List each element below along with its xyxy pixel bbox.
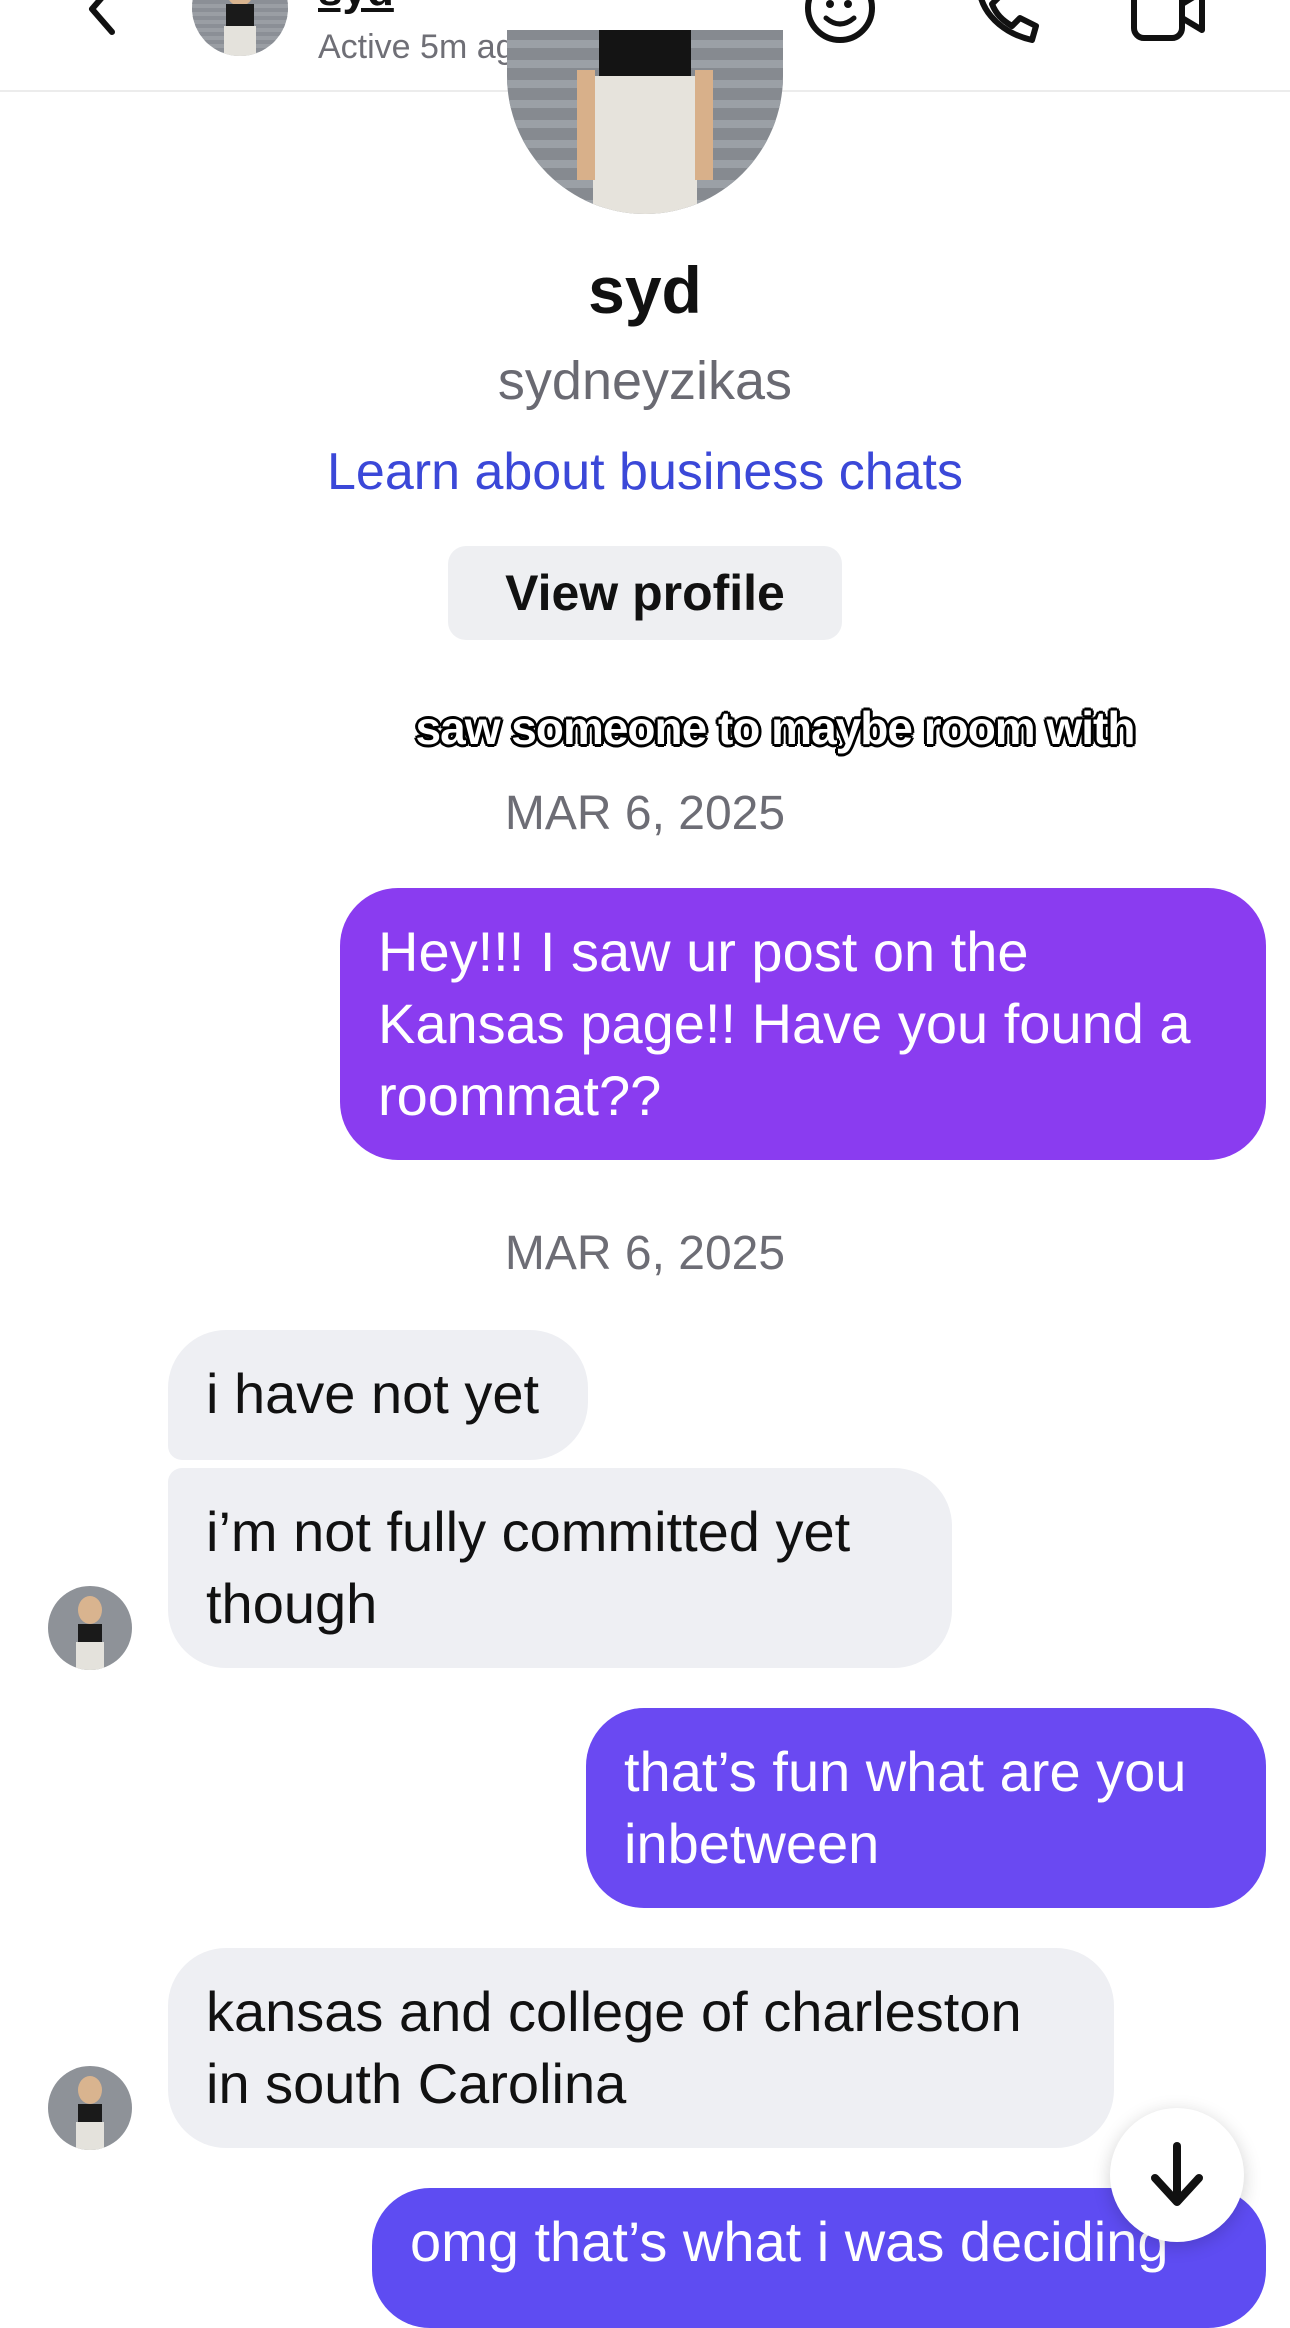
phone-icon[interactable] bbox=[966, 0, 1046, 54]
header-avatar[interactable] bbox=[192, 0, 288, 56]
header-status: Active 5m ago bbox=[318, 28, 534, 66]
arrow-down-icon bbox=[1151, 2142, 1203, 2206]
back-chevron-icon[interactable] bbox=[70, 0, 140, 44]
profile-display-name: syd bbox=[588, 253, 702, 327]
video-icon[interactable] bbox=[1128, 0, 1208, 54]
outgoing-message[interactable]: that’s fun what are you inbetween bbox=[586, 1708, 1266, 1908]
view-profile-button[interactable]: View profile bbox=[448, 546, 842, 640]
date-separator: MAR 6, 2025 bbox=[504, 787, 786, 840]
sender-avatar[interactable] bbox=[48, 1586, 132, 1670]
business-chats-link[interactable]: Learn about business chats bbox=[0, 442, 1290, 502]
header-name[interactable]: syd bbox=[318, 0, 394, 16]
scroll-to-bottom-button[interactable] bbox=[1110, 2108, 1244, 2242]
incoming-message[interactable]: i have not yet bbox=[168, 1330, 588, 1460]
date-separator: MAR 6, 2025 bbox=[504, 1227, 786, 1280]
incoming-message[interactable]: i’m not fully committed yet though bbox=[168, 1468, 952, 1668]
sticker-icon[interactable] bbox=[800, 0, 880, 54]
sender-avatar[interactable] bbox=[48, 2066, 132, 2150]
profile-avatar[interactable] bbox=[507, 30, 783, 214]
outgoing-message[interactable]: Hey!!! I saw ur post on the Kansas page!… bbox=[340, 888, 1266, 1160]
profile-username: sydneyzikas bbox=[497, 351, 793, 411]
incoming-message[interactable]: kansas and college of charleston in sout… bbox=[168, 1948, 1114, 2148]
video-caption-overlay: saw someone to maybe room with bbox=[415, 702, 1136, 754]
